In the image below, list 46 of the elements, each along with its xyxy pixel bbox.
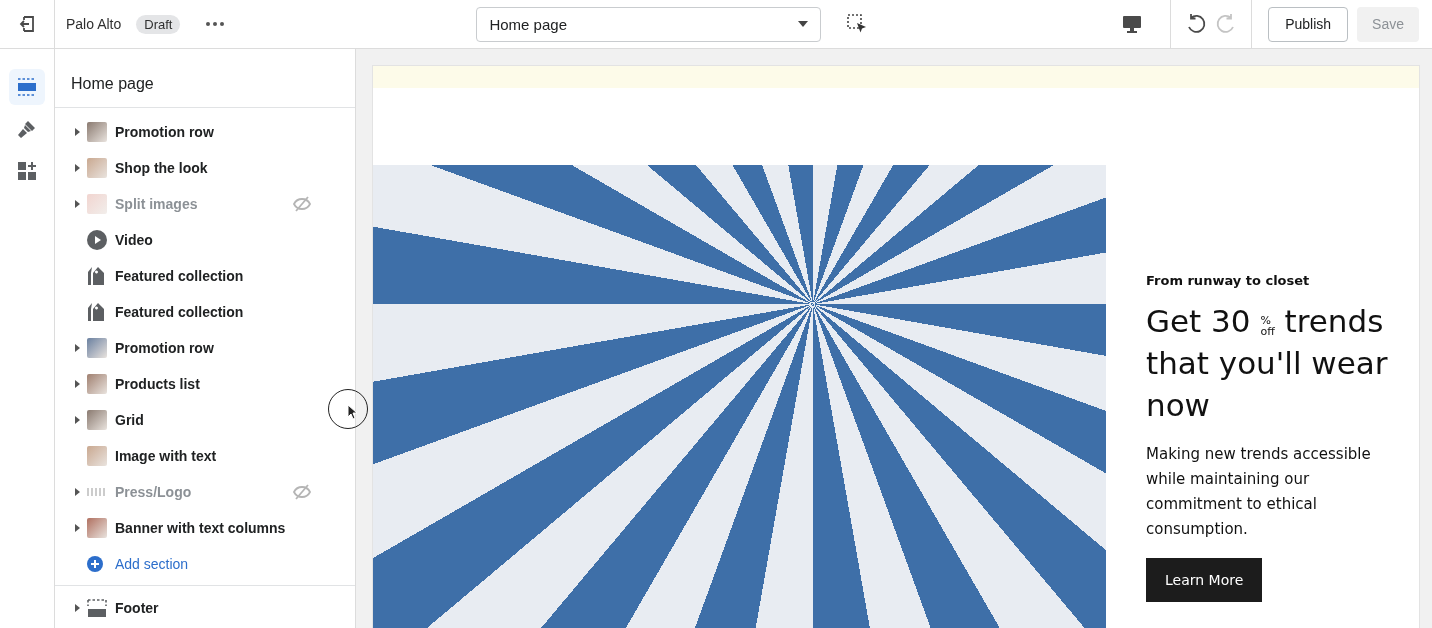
section-item[interactable]: Products list [55, 366, 355, 402]
section-item[interactable]: Video [55, 222, 355, 258]
learn-more-button[interactable]: Learn More [1146, 558, 1263, 602]
plus-circle-icon [87, 556, 103, 572]
section-item[interactable]: Shop the look [55, 150, 355, 186]
section-item[interactable]: Promotion row [55, 330, 355, 366]
select-cursor-icon [847, 14, 868, 34]
play-icon [87, 230, 107, 250]
hero-description: Making new trends accessible while maintaining our commitment to ethical consumption. [1146, 444, 1372, 540]
tag-icon [87, 266, 105, 286]
tag-icon [87, 302, 105, 322]
section-thumbnail [87, 374, 107, 394]
section-thumbnail [87, 410, 107, 430]
store-name: Palo Alto [66, 16, 122, 32]
brush-icon [17, 119, 37, 139]
hidden-eye-icon [293, 196, 311, 212]
apps-icon [17, 161, 37, 181]
section-thumbnail [87, 194, 107, 214]
section-thumbnail [87, 122, 107, 142]
section-thumbnail [87, 518, 107, 538]
hidden-eye-icon [293, 484, 311, 500]
exit-icon [18, 15, 36, 33]
status-badge: Draft [136, 14, 181, 34]
section-thumbnail [87, 158, 107, 178]
logo-thumbnail [87, 488, 107, 496]
sections-icon [17, 78, 37, 96]
hero-eyebrow: From runway to closet [1146, 273, 1311, 288]
section-item[interactable]: Banner with text columns [55, 510, 355, 546]
page-select[interactable]: Home page [476, 6, 822, 42]
section-thumbnail [87, 446, 107, 466]
section-item[interactable]: Featured collection [55, 258, 355, 294]
add-section-button[interactable]: Add section [55, 546, 355, 582]
sections-tab[interactable] [9, 69, 45, 105]
publish-button[interactable]: Publish [1268, 6, 1349, 42]
section-item[interactable]: Featured collection [55, 294, 355, 330]
section-item[interactable]: Promotion row [55, 114, 355, 150]
footer-item[interactable]: Footer [55, 590, 355, 626]
desktop-icon [1122, 15, 1143, 33]
footer-layout-icon [87, 599, 107, 617]
undo-icon [1185, 13, 1208, 35]
section-thumbnail [87, 338, 107, 358]
more-icon [206, 22, 225, 26]
sidebar-title: Home page [55, 49, 355, 108]
section-item[interactable]: Image with text [55, 438, 355, 474]
caret-icon [798, 21, 809, 27]
section-item[interactable]: Grid [55, 402, 355, 438]
